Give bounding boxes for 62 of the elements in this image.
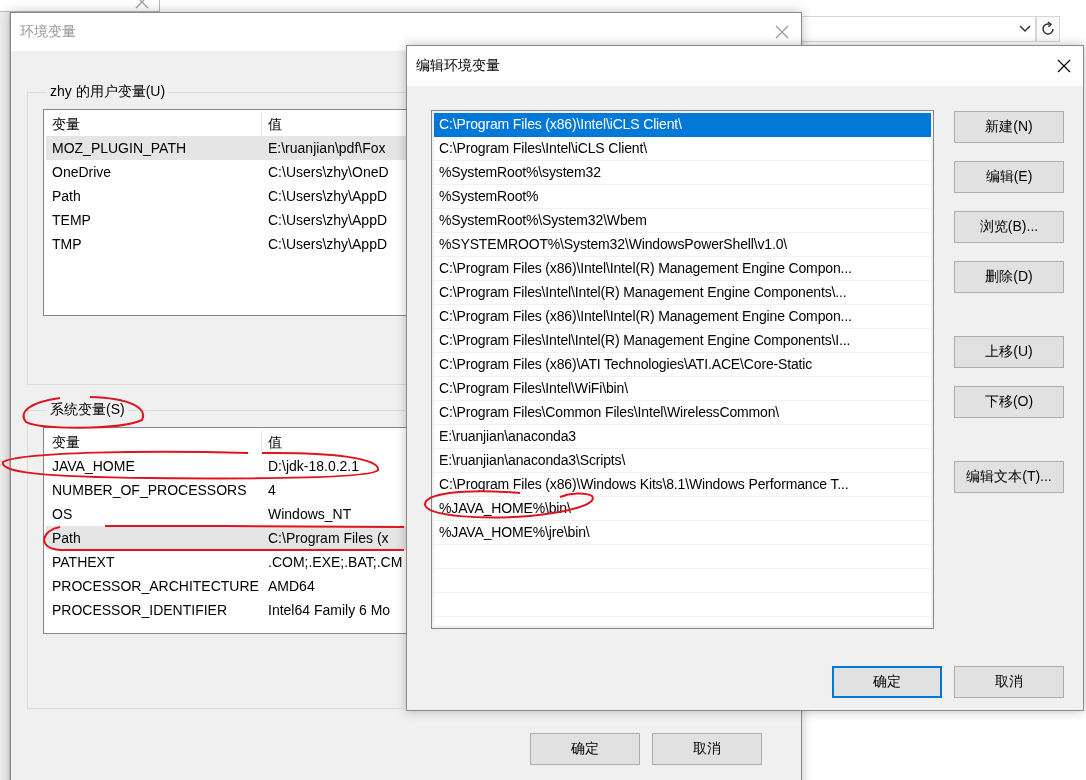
variable-name: OneDrive — [51, 164, 113, 180]
path-item[interactable]: C:\Program Files\Intel\Intel(R) Management Engine Components\... — [434, 281, 931, 305]
variable-value: Windows_NT — [267, 506, 352, 522]
variable-name: Path — [51, 188, 82, 204]
side-button[interactable]: 编辑(E) — [954, 161, 1064, 193]
dialog-button[interactable]: 取消 — [954, 666, 1064, 698]
path-item[interactable]: E:\ruanjian\anaconda3 — [434, 425, 931, 449]
path-item[interactable]: C:\Program Files (x86)\Intel\iCLS Client\ — [434, 113, 931, 137]
variable-name: TEMP — [51, 212, 92, 228]
side-button[interactable]: 新建(N) — [954, 111, 1064, 143]
variable-value: C:\Users\zhy\AppD — [267, 236, 388, 252]
variable-name: PROCESSOR_ARCHITECTURE — [51, 578, 260, 594]
path-item[interactable]: C:\Program Files\Common Files\Intel\WirelessCommon\ — [434, 401, 931, 425]
chevron-down-icon[interactable] — [1019, 25, 1031, 33]
side-button[interactable]: 编辑文本(T)... — [954, 461, 1064, 493]
group-title: zhy 的用户变量(U) — [49, 83, 167, 101]
variable-name: NUMBER_OF_PROCESSORS — [51, 482, 248, 498]
path-item[interactable]: C:\Program Files (x86)\Intel\Intel(R) Management Engine Compon... — [434, 257, 931, 281]
close-icon[interactable] — [1057, 59, 1071, 73]
path-item[interactable]: C:\Program Files\Intel\Intel(R) Management Engine Components\I... — [434, 329, 931, 353]
path-item[interactable]: %SystemRoot%\System32\Wbem — [434, 209, 931, 233]
variable-value: C:\Users\zhy\AppD — [267, 188, 388, 204]
variable-value: Intel64 Family 6 Mo — [267, 602, 391, 618]
variable-value: 4 — [267, 482, 276, 498]
refresh-button[interactable] — [1036, 16, 1060, 42]
variable-value: C:\Program Files (x — [267, 530, 389, 546]
variable-value: AMD64 — [267, 578, 315, 594]
dialog-button[interactable]: 确定 — [832, 666, 942, 698]
side-button[interactable]: 上移(U) — [954, 336, 1064, 368]
variable-name: TMP — [51, 236, 83, 252]
variable-name: JAVA_HOME — [51, 458, 136, 474]
dialog-button[interactable]: 确定 — [530, 733, 640, 765]
column-header[interactable]: 变量 — [46, 430, 262, 454]
side-button[interactable]: 浏览(B)... — [954, 211, 1064, 243]
side-button[interactable]: 删除(D) — [954, 261, 1064, 293]
path-item[interactable]: %SystemRoot%\system32 — [434, 161, 931, 185]
variable-name: PROCESSOR_IDENTIFIER — [51, 602, 229, 618]
side-button[interactable]: 下移(O) — [954, 386, 1064, 418]
variable-value: C:\Users\zhy\AppD — [267, 212, 388, 228]
dialog-button[interactable]: 取消 — [652, 733, 762, 765]
path-item[interactable]: %JAVA_HOME%\bin\ — [434, 497, 931, 521]
column-header[interactable]: 值 — [262, 112, 282, 136]
path-item[interactable]: %SystemRoot% — [434, 185, 931, 209]
path-item[interactable]: E:\ruanjian\anaconda3\Scripts\ — [434, 449, 931, 473]
refresh-icon — [1040, 21, 1056, 37]
window-title: 环境变量 — [20, 23, 76, 41]
variable-name: MOZ_PLUGIN_PATH — [51, 140, 188, 156]
variable-value: D:\jdk-18.0.2.1 — [267, 458, 360, 474]
variable-value: C:\Users\zhy\OneD — [267, 164, 389, 180]
path-item[interactable]: C:\Program Files (x86)\ATI Technologies\ATI.ACE\Core-Static — [434, 353, 931, 377]
variable-name: PATHEXT — [51, 554, 116, 570]
variable-value: E:\ruanjian\pdf\Fox — [267, 140, 386, 156]
variable-name: OS — [51, 506, 74, 522]
column-header[interactable]: 值 — [262, 430, 282, 454]
path-item[interactable]: C:\Program Files (x86)\Windows Kits\8.1\Windows Performance T... — [434, 473, 931, 497]
window-title: 编辑环境变量 — [416, 57, 500, 75]
group-title: 系统变量(S) — [49, 401, 126, 419]
variable-name: Path — [51, 530, 82, 546]
path-item[interactable]: C:\Program Files\Intel\WiFi\bin\ — [434, 377, 931, 401]
variable-value: .COM;.EXE;.BAT;.CM — [267, 554, 403, 570]
path-item[interactable]: %SYSTEMROOT%\System32\WindowsPowerShell\v1.0\ — [434, 233, 931, 257]
path-item[interactable]: C:\Program Files (x86)\Intel\Intel(R) Management Engine Compon... — [434, 305, 931, 329]
